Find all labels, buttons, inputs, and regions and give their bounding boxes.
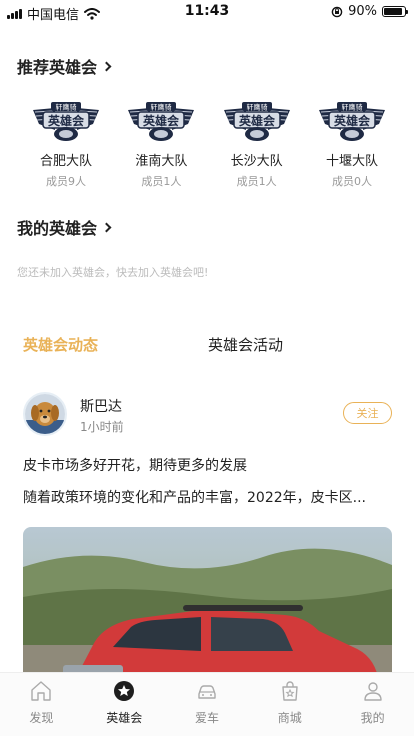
team-member-count: 成员0人: [331, 175, 372, 188]
team-item[interactable]: 轩鹰骑 英雄会长沙大队成员1人: [215, 100, 299, 189]
chevron-right-icon: [101, 61, 112, 71]
tab-club-news[interactable]: 英雄会动态: [23, 334, 98, 355]
team-member-count: 成员9人: [46, 175, 86, 188]
post-time: 1小时前: [80, 420, 124, 434]
my-clubs-title: 我的英雄会: [17, 219, 98, 238]
tabbar-label-discover: 发现: [29, 711, 54, 725]
badge-main-text: 英雄会: [334, 113, 371, 128]
recommended-section-header[interactable]: 推荐英雄会: [17, 54, 112, 78]
team-member-count: 成员1人: [141, 175, 182, 188]
badge-main-text: 英雄会: [143, 113, 180, 128]
recommended-title: 推荐英雄会: [17, 58, 98, 77]
bottom-tab-bar: 发现 英雄会 爱车 商城 我的: [0, 672, 414, 736]
club-badge-logo: 轩鹰骑英雄会: [33, 102, 99, 141]
tab-club-activities[interactable]: 英雄会活动: [208, 334, 283, 355]
team-name: 淮南大队: [135, 154, 188, 169]
team-name: 十堰大队: [325, 154, 378, 169]
feed-tabs: 英雄会动态 英雄会活动: [0, 334, 414, 358]
tabbar-item-mall[interactable]: 商城: [248, 673, 331, 736]
team-name: 长沙大队: [230, 154, 283, 169]
club-badge-logo: 轩鹰骑英雄会: [128, 102, 195, 141]
tabbar-label-me: 我的: [360, 711, 385, 725]
car-icon: [198, 685, 216, 699]
status-bar: 中国电信 11:43 90%: [0, 0, 414, 23]
team-item[interactable]: 轩鹰骑 英雄会淮南大队成员1人: [119, 100, 203, 189]
dog-avatar-image: [25, 394, 65, 434]
author-avatar[interactable]: [23, 392, 67, 436]
badge-top-text: 轩鹰骑: [56, 103, 77, 112]
tabbar-label-my-car: 爱车: [194, 711, 219, 725]
battery-label: 90%: [348, 4, 377, 19]
badge-top-text: 轩鹰骑: [246, 103, 267, 112]
badge-top-text: 轩鹰骑: [151, 103, 172, 112]
post-title[interactable]: 皮卡市场多好开花，期待更多的发展: [23, 455, 247, 475]
orientation-lock-icon: [331, 6, 343, 17]
home-icon: [31, 681, 52, 701]
tabbar-item-hero-club[interactable]: 英雄会: [83, 673, 166, 736]
team-member-count: 成员1人: [236, 175, 277, 188]
my-clubs-section-header[interactable]: 我的英雄会: [17, 215, 112, 239]
star-badge-icon: [114, 681, 135, 701]
empty-clubs-tip: 您还未加入英雄会，快去加入英雄会吧!: [17, 266, 209, 279]
badge-main-text: 英雄会: [48, 113, 85, 128]
club-badge-logo: 轩鹰骑英雄会: [223, 102, 290, 141]
status-right: 90%: [331, 4, 408, 19]
team-item[interactable]: 轩鹰骑 英雄会十堰大队成员0人: [310, 100, 394, 189]
chevron-right-icon: [101, 222, 112, 232]
tabbar-item-discover[interactable]: 发现: [0, 673, 83, 736]
team-list: 轩鹰骑 英雄会 合肥大队 成员9人 轩鹰骑 英雄会 淮南大队 成员1人 轩鹰骑 英雄会 长沙大队 成员…: [24, 100, 394, 189]
battery-fill: [384, 8, 402, 15]
battery-icon: [382, 6, 408, 17]
author-name[interactable]: 斯巴达: [80, 396, 122, 416]
team-item[interactable]: 轩鹰骑 英雄会合肥大队成员9人: [24, 100, 108, 189]
tabbar-label-hero-club: 英雄会: [106, 711, 143, 725]
post-excerpt[interactable]: 随着政策环境的变化和产品的丰富，2022年，皮卡区...: [23, 487, 366, 507]
tabbar-item-my-car[interactable]: 爱车: [166, 673, 249, 736]
badge-top-text: 轩鹰骑: [341, 103, 362, 112]
mall-icon: [282, 681, 298, 701]
tabbar-label-mall: 商城: [277, 711, 302, 725]
tabbar-item-me[interactable]: 我的: [331, 673, 414, 736]
person-icon: [363, 682, 382, 701]
team-name: 合肥大队: [39, 154, 92, 169]
follow-button[interactable]: 关注: [343, 402, 392, 424]
post-image[interactable]: [23, 527, 392, 687]
pickup-truck-photo: [23, 527, 392, 687]
badge-main-text: 英雄会: [239, 113, 276, 128]
club-badge-logo: 轩鹰骑英雄会: [318, 102, 385, 141]
